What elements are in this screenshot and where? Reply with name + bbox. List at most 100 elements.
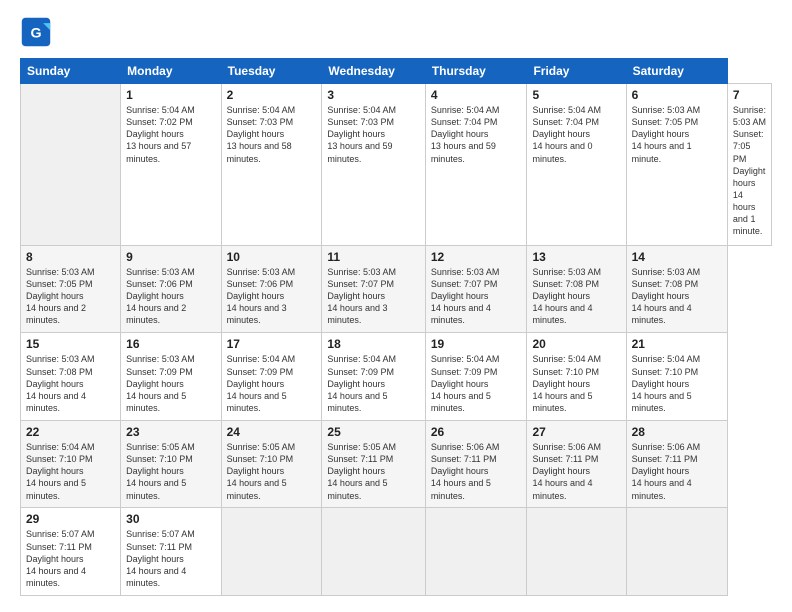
day-cell: 17 Sunrise: 5:04 AMSunset: 7:09 PMDayligh… [221, 333, 322, 421]
cell-content: Sunrise: 5:03 AMSunset: 7:05 PMDaylight … [632, 104, 722, 165]
day-cell: 30 Sunrise: 5:07 AMSunset: 7:11 PMDayligh… [121, 508, 221, 596]
day-number: 8 [26, 250, 115, 264]
day-cell [425, 508, 527, 596]
day-number: 17 [227, 337, 317, 351]
cell-content: Sunrise: 5:04 AMSunset: 7:09 PMDaylight … [227, 353, 317, 414]
weekday-header: SundayMondayTuesdayWednesdayThursdayFrid… [21, 59, 772, 84]
day-cell: 6 Sunrise: 5:03 AMSunset: 7:05 PMDaylight… [626, 84, 727, 246]
day-cell [322, 508, 425, 596]
day-number: 19 [431, 337, 522, 351]
day-number: 18 [327, 337, 419, 351]
weekday-tuesday: Tuesday [221, 59, 322, 84]
cell-content: Sunrise: 5:04 AMSunset: 7:10 PMDaylight … [26, 441, 115, 502]
cell-content: Sunrise: 5:04 AMSunset: 7:09 PMDaylight … [431, 353, 522, 414]
cell-content: Sunrise: 5:05 AMSunset: 7:11 PMDaylight … [327, 441, 419, 502]
day-cell: 20 Sunrise: 5:04 AMSunset: 7:10 PMDayligh… [527, 333, 626, 421]
cell-content: Sunrise: 5:03 AMSunset: 7:08 PMDaylight … [532, 266, 620, 327]
day-number: 7 [733, 88, 766, 102]
page: G SundayMondayTuesdayWednesdayThursdayFr… [0, 0, 792, 612]
day-cell: 9 Sunrise: 5:03 AMSunset: 7:06 PMDaylight… [121, 245, 221, 333]
day-cell: 1 Sunrise: 5:04 AMSunset: 7:02 PMDaylight… [121, 84, 221, 246]
day-cell: 8Sunrise: 5:03 AMSunset: 7:05 PMDaylight… [21, 245, 121, 333]
day-number: 1 [126, 88, 215, 102]
week-row-3: 15Sunrise: 5:03 AMSunset: 7:08 PMDayligh… [21, 333, 772, 421]
cell-content: Sunrise: 5:06 AMSunset: 7:11 PMDaylight … [532, 441, 620, 502]
day-number: 22 [26, 425, 115, 439]
day-number: 25 [327, 425, 419, 439]
day-number: 9 [126, 250, 215, 264]
day-cell: 12 Sunrise: 5:03 AMSunset: 7:07 PMDayligh… [425, 245, 527, 333]
day-cell: 3 Sunrise: 5:04 AMSunset: 7:03 PMDaylight… [322, 84, 425, 246]
cell-content: Sunrise: 5:06 AMSunset: 7:11 PMDaylight … [632, 441, 722, 502]
weekday-thursday: Thursday [425, 59, 527, 84]
day-cell [221, 508, 322, 596]
day-cell: 7 Sunrise: 5:03 AMSunset: 7:05 PMDaylight… [727, 84, 771, 246]
weekday-friday: Friday [527, 59, 626, 84]
day-cell: 22 Sunrise: 5:04 AMSunset: 7:10 PMDayligh… [21, 420, 121, 508]
day-number: 15 [26, 337, 115, 351]
day-number: 12 [431, 250, 522, 264]
day-cell [626, 508, 727, 596]
day-number: 5 [532, 88, 620, 102]
cell-content: Sunrise: 5:04 AMSunset: 7:04 PMDaylight … [532, 104, 620, 165]
svg-text:G: G [30, 25, 41, 41]
cell-content: Sunrise: 5:05 AMSunset: 7:10 PMDaylight … [126, 441, 215, 502]
cell-content: Sunrise: 5:06 AMSunset: 7:11 PMDaylight … [431, 441, 522, 502]
cell-content: Sunrise: 5:03 AMSunset: 7:08 PMDaylight … [632, 266, 722, 327]
day-cell: 18Sunrise: 5:04 AMSunset: 7:09 PMDayligh… [322, 333, 425, 421]
day-number: 21 [632, 337, 722, 351]
day-cell: 24 Sunrise: 5:05 AMSunset: 7:10 PMDayligh… [221, 420, 322, 508]
day-number: 6 [632, 88, 722, 102]
day-cell: 28 Sunrise: 5:06 AMSunset: 7:11 PMDayligh… [626, 420, 727, 508]
day-number: 2 [227, 88, 317, 102]
day-number: 14 [632, 250, 722, 264]
day-cell [21, 84, 121, 246]
day-number: 13 [532, 250, 620, 264]
day-cell: 14 Sunrise: 5:03 AMSunset: 7:08 PMDayligh… [626, 245, 727, 333]
day-number: 20 [532, 337, 620, 351]
day-number: 16 [126, 337, 215, 351]
day-number: 29 [26, 512, 115, 526]
day-cell: 4 Sunrise: 5:04 AMSunset: 7:04 PMDaylight… [425, 84, 527, 246]
logo: G [20, 16, 56, 48]
day-number: 23 [126, 425, 215, 439]
cell-content: Sunrise: 5:03 AMSunset: 7:07 PMDaylight … [327, 266, 419, 327]
day-number: 27 [532, 425, 620, 439]
week-row-4: 22 Sunrise: 5:04 AMSunset: 7:10 PMDayligh… [21, 420, 772, 508]
header: G [20, 16, 772, 48]
week-row-1: 1 Sunrise: 5:04 AMSunset: 7:02 PMDaylight… [21, 84, 772, 246]
day-cell: 5 Sunrise: 5:04 AMSunset: 7:04 PMDaylight… [527, 84, 626, 246]
day-cell: 15Sunrise: 5:03 AMSunset: 7:08 PMDayligh… [21, 333, 121, 421]
day-number: 3 [327, 88, 419, 102]
cell-content: Sunrise: 5:04 AMSunset: 7:10 PMDaylight … [632, 353, 722, 414]
cell-content: Sunrise: 5:03 AMSunset: 7:06 PMDaylight … [126, 266, 215, 327]
cell-content: Sunrise: 5:04 AMSunset: 7:02 PMDaylight … [126, 104, 215, 165]
day-number: 4 [431, 88, 522, 102]
day-cell: 21 Sunrise: 5:04 AMSunset: 7:10 PMDayligh… [626, 333, 727, 421]
calendar-body: 1 Sunrise: 5:04 AMSunset: 7:02 PMDaylight… [21, 84, 772, 596]
cell-content: Sunrise: 5:05 AMSunset: 7:10 PMDaylight … [227, 441, 317, 502]
day-cell: 11Sunrise: 5:03 AMSunset: 7:07 PMDayligh… [322, 245, 425, 333]
day-cell: 16Sunrise: 5:03 AMSunset: 7:09 PMDayligh… [121, 333, 221, 421]
week-row-2: 8Sunrise: 5:03 AMSunset: 7:05 PMDaylight… [21, 245, 772, 333]
cell-content: Sunrise: 5:04 AMSunset: 7:03 PMDaylight … [327, 104, 419, 165]
cell-content: Sunrise: 5:04 AMSunset: 7:03 PMDaylight … [227, 104, 317, 165]
day-cell [527, 508, 626, 596]
day-number: 24 [227, 425, 317, 439]
day-cell: 2 Sunrise: 5:04 AMSunset: 7:03 PMDaylight… [221, 84, 322, 246]
cell-content: Sunrise: 5:04 AMSunset: 7:04 PMDaylight … [431, 104, 522, 165]
day-cell: 25 Sunrise: 5:05 AMSunset: 7:11 PMDayligh… [322, 420, 425, 508]
day-cell: 13 Sunrise: 5:03 AMSunset: 7:08 PMDayligh… [527, 245, 626, 333]
cell-content: Sunrise: 5:04 AMSunset: 7:10 PMDaylight … [532, 353, 620, 414]
cell-content: Sunrise: 5:07 AMSunset: 7:11 PMDaylight … [26, 528, 115, 589]
cell-content: Sunrise: 5:03 AMSunset: 7:07 PMDaylight … [431, 266, 522, 327]
day-cell: 29 Sunrise: 5:07 AMSunset: 7:11 PMDayligh… [21, 508, 121, 596]
day-cell: 23 Sunrise: 5:05 AMSunset: 7:10 PMDayligh… [121, 420, 221, 508]
day-number: 28 [632, 425, 722, 439]
day-number: 10 [227, 250, 317, 264]
day-number: 30 [126, 512, 215, 526]
cell-content: Sunrise: 5:03 AMSunset: 7:05 PMDaylight … [733, 104, 766, 238]
cell-content: Sunrise: 5:03 AMSunset: 7:06 PMDaylight … [227, 266, 317, 327]
day-cell: 26Sunrise: 5:06 AMSunset: 7:11 PMDayligh… [425, 420, 527, 508]
cell-content: Sunrise: 5:07 AMSunset: 7:11 PMDaylight … [126, 528, 215, 589]
